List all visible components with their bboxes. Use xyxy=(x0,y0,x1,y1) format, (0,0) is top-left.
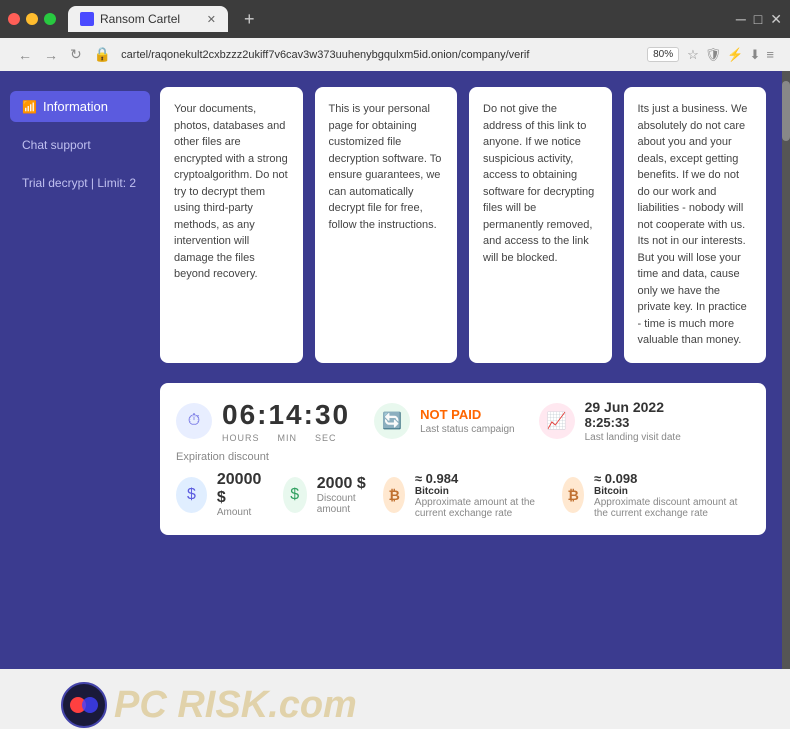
refresh-button[interactable]: ↻ xyxy=(70,46,82,63)
sec-label: SEC xyxy=(315,433,337,443)
main-amount-label: Amount xyxy=(217,507,267,518)
info-card-1: Your documents, photos, databases and ot… xyxy=(160,87,303,363)
shield-icon[interactable]: 🛡 xyxy=(705,47,722,63)
visit-date-block: 📈 29 Jun 2022 8:25:33 Last landing visit… xyxy=(539,399,681,443)
scrollbar-thumb[interactable] xyxy=(782,81,790,141)
main-amount-block: $ 20000 $ Amount xyxy=(176,471,267,519)
information-icon: 📶 xyxy=(22,100,37,114)
address-bar-icons: ☆ 🛡 ⚡ ⬇ ≡ xyxy=(687,47,774,63)
info-card-4: Its just a business. We absolutely do no… xyxy=(624,87,767,363)
status-sub: Last status campaign xyxy=(420,424,515,435)
btc-approx-sub: Approximate amount at the current exchan… xyxy=(415,497,547,519)
download-icon[interactable]: ⬇ xyxy=(750,47,761,63)
btc-approx-label: Bitcoin xyxy=(415,486,547,497)
btc-discount-block: ₿ ≈ 0.098 Bitcoin Approximate discount a… xyxy=(562,471,750,519)
minimize-icon[interactable]: ─ xyxy=(736,11,746,28)
not-paid-badge: NOT PAID xyxy=(420,407,515,422)
visit-label: Last landing visit date xyxy=(585,432,681,443)
btc-discount-label: Bitcoin xyxy=(594,486,750,497)
amount-icon: $ xyxy=(176,477,207,513)
discount-amount-value: 2000 $ xyxy=(317,475,368,493)
sidebar-item-trial[interactable]: Trial decrypt | Limit: 2 xyxy=(10,168,150,198)
bookmark-icon[interactable]: ☆ xyxy=(687,47,699,63)
menu-icon[interactable]: ≡ xyxy=(766,47,774,63)
visit-time: 8:25:33 xyxy=(585,415,681,430)
sidebar: 📶 Information Chat support Trial decrypt… xyxy=(0,71,160,669)
btc-discount-icon: ₿ xyxy=(562,477,584,513)
info-card-3: Do not give the address of this link to … xyxy=(469,87,612,363)
sidebar-item-trial-label: Trial decrypt | Limit: 2 xyxy=(22,176,138,190)
sidebar-item-chat-label: Chat support xyxy=(22,138,138,152)
browser-window: Ransom Cartel ✕ + ─ □ ✕ ← → ↻ 🔒 cartel/r… xyxy=(0,0,790,669)
title-bar: Ransom Cartel ✕ + ─ □ ✕ xyxy=(0,0,790,38)
forward-button[interactable]: → xyxy=(44,47,58,63)
minimize-window-button[interactable] xyxy=(26,13,38,25)
discount-icon: $ xyxy=(283,477,307,513)
btc-approx-value: ≈ 0.984 xyxy=(415,471,547,486)
restore-icon[interactable]: □ xyxy=(754,11,762,28)
info-card-1-text: Your documents, photos, databases and ot… xyxy=(174,103,288,280)
watermark: PC RISK.com xyxy=(60,681,357,729)
scrollbar[interactable] xyxy=(782,71,790,669)
amounts-row: $ 20000 $ Amount $ 2000 $ Discount amoun… xyxy=(176,471,750,519)
extension-icon[interactable]: ⚡ xyxy=(727,47,743,63)
main-area: Your documents, photos, databases and ot… xyxy=(160,71,782,669)
close-window-button[interactable] xyxy=(8,13,20,25)
timer-icon: ⏱ xyxy=(176,403,212,439)
sidebar-item-information[interactable]: 📶 Information xyxy=(10,91,150,122)
timer-block: ⏱ 06:14:30 HOURS MIN SEC xyxy=(176,399,350,443)
tab-favicon xyxy=(80,12,94,26)
info-card-4-text: Its just a business. We absolutely do no… xyxy=(638,103,748,346)
info-cards-row: Your documents, photos, databases and ot… xyxy=(160,87,766,363)
status-block: 🔄 NOT PAID Last status campaign xyxy=(374,403,515,439)
tab-title: Ransom Cartel xyxy=(100,12,180,26)
btc-icon: ₿ xyxy=(383,477,405,513)
main-amount-value: 20000 $ xyxy=(217,471,267,507)
window-controls xyxy=(8,13,56,25)
new-tab-button[interactable]: + xyxy=(244,9,255,30)
info-card-2: This is your personal page for obtaining… xyxy=(315,87,458,363)
visit-date: 29 Jun 2022 xyxy=(585,399,681,415)
stats-section: ⏱ 06:14:30 HOURS MIN SEC 🔄 xyxy=(160,383,766,535)
maximize-window-button[interactable] xyxy=(44,13,56,25)
home-button[interactable]: 🔒 xyxy=(94,46,111,63)
page-content: 📶 Information Chat support Trial decrypt… xyxy=(0,71,790,669)
url-display[interactable]: cartel/raqonekult2cxbzzz2ukiff7v6cav3w37… xyxy=(121,49,639,61)
pcrisk-logo-icon xyxy=(60,681,108,729)
status-icon: 🔄 xyxy=(374,403,410,439)
btc-discount-value: ≈ 0.098 xyxy=(594,471,750,486)
discount-amount-block: $ 2000 $ Discount amount xyxy=(283,471,368,519)
address-bar: ← → ↻ 🔒 cartel/raqonekult2cxbzzz2ukiff7v… xyxy=(8,42,782,67)
hours-label: HOURS xyxy=(222,433,260,443)
info-card-2-text: This is your personal page for obtaining… xyxy=(329,103,442,231)
back-button[interactable]: ← xyxy=(18,47,32,63)
stats-row-timer: ⏱ 06:14:30 HOURS MIN SEC 🔄 xyxy=(176,399,750,443)
timer-labels: HOURS MIN SEC xyxy=(222,433,350,443)
watermark-text: PC RISK.com xyxy=(114,684,357,727)
expiration-label: Expiration discount xyxy=(176,451,750,463)
discount-amount-label: Discount amount xyxy=(317,493,368,515)
sidebar-item-chat[interactable]: Chat support xyxy=(10,130,150,160)
tab-close-button[interactable]: ✕ xyxy=(207,13,216,26)
btc-approx-block: ₿ ≈ 0.984 Bitcoin Approximate amount at … xyxy=(383,471,546,519)
min-label: MIN xyxy=(278,433,298,443)
browser-tab[interactable]: Ransom Cartel ✕ xyxy=(68,6,228,32)
sidebar-item-information-label: Information xyxy=(43,99,108,114)
close-icon[interactable]: ✕ xyxy=(770,11,782,28)
visit-icon: 📈 xyxy=(539,403,575,439)
timer-display: 06:14:30 xyxy=(222,399,350,431)
info-card-3-text: Do not give the address of this link to … xyxy=(483,103,594,264)
btc-discount-sub: Approximate discount amount at the curre… xyxy=(594,497,750,519)
zoom-level[interactable]: 80% xyxy=(647,47,679,62)
